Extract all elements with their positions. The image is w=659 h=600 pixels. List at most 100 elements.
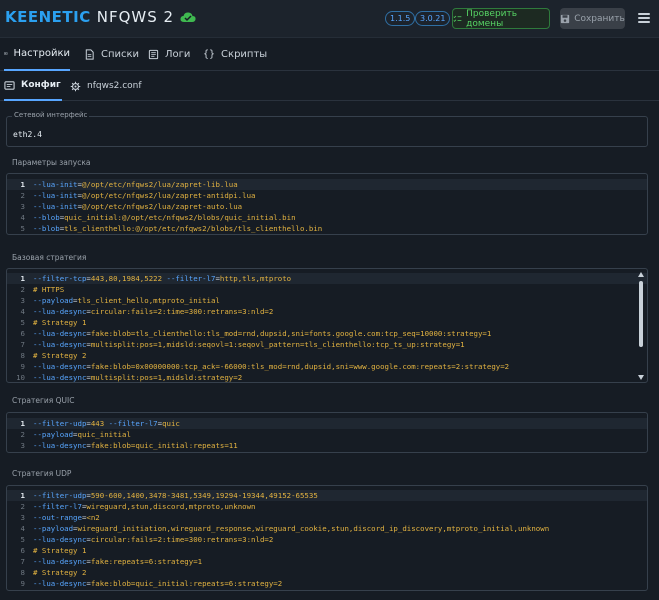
code-value: circular:fails=2:time=300:retrans=3:nld=… <box>90 535 274 544</box>
code-key: --lua-init <box>33 191 78 200</box>
code-value: 590-600,1400,3478-3481,5349,19294-19344,… <box>90 491 318 500</box>
line-number: 5 <box>20 318 25 327</box>
code-content: --lua-desync=multisplit:pos=1,midsld:seq… <box>33 340 465 349</box>
code-value: quic_initial:@/opt/etc/nfqws2/blobs/quic… <box>64 213 296 222</box>
save-button[interactable]: Сохранить <box>560 8 625 29</box>
code-key: --lua-desync <box>33 579 87 588</box>
line-number: 3 <box>20 513 25 522</box>
scroll-up-icon[interactable] <box>638 272 644 277</box>
version-badge-2: 3.0.21 <box>415 11 451 26</box>
code-key: --filter-l7 <box>166 274 216 283</box>
check-domains-label: Проверить домены <box>466 8 518 29</box>
launch-params-editor[interactable]: 1 --lua-init=@/opt/etc/nfqws2/lua/zapret-… <box>6 173 648 235</box>
file-icon <box>85 49 94 60</box>
code-line: 8 # Strategy 2 <box>7 350 647 361</box>
code-content: --filter-tcp=443,80,1984,5222 --filter-l… <box>33 274 292 283</box>
code-content: --lua-desync=multisplit:pos=1,midsld:str… <box>33 373 243 382</box>
code-content: --lua-desync=circular:fails=2:time=300:r… <box>33 307 274 316</box>
code-value: http,tls,mtproto <box>219 274 292 283</box>
code-content: # Strategy 2 <box>33 350 86 361</box>
code-content: --filter-l7=wireguard,stun,discord,mtpro… <box>33 502 256 511</box>
code-line: 7 --lua-desync=fake:repeats=6:strategy=1 <box>7 556 647 567</box>
scrollbar-thumb[interactable] <box>639 281 643 347</box>
scroll-down-icon[interactable] <box>638 375 644 380</box>
base-strategy-editor[interactable]: 1 --filter-tcp=443,80,1984,5222 --filter-… <box>6 268 648 383</box>
udp-strategy-editor[interactable]: 1 --filter-udp=590-600,1400,3478-3481,534… <box>6 485 648 591</box>
code-key: --lua-desync <box>33 557 87 566</box>
code-line: 1 --filter-udp=443 --filter-l7=quic <box>7 418 647 429</box>
brand-product: NFQWS 2 <box>96 8 175 26</box>
main-tabs: Настройки Списки Логи {} Скрипты <box>0 38 659 71</box>
line-number: 6 <box>20 329 25 338</box>
code-value: circular:fails=2:time=300:retrans=3:nld=… <box>90 307 274 316</box>
line-number: 6 <box>20 546 25 555</box>
code-line: 5 --blob=tls_clienthello:@/opt/etc/nfqws2… <box>7 223 647 234</box>
code-key: --lua-desync <box>33 535 87 544</box>
interface-legend: Сетевой интерфейс <box>12 111 90 119</box>
code-content: # Strategy 2 <box>33 567 86 578</box>
code-line: 9 --lua-desync=fake:blob=quic_initial:rep… <box>7 578 647 589</box>
code-key: --payload <box>33 430 74 439</box>
code-key: --lua-desync <box>33 329 87 338</box>
code-line: 3 --lua-desync=fake:blob=quic_initial:rep… <box>7 440 647 451</box>
brand-name: KEENETIC <box>5 8 91 26</box>
tab-logs[interactable]: Логи <box>148 38 190 71</box>
code-comment: # HTTPS <box>33 285 65 294</box>
cloud-check-icon <box>180 12 196 22</box>
line-number: 2 <box>20 191 25 200</box>
braces-icon: {} <box>203 49 216 60</box>
code-line: 4 --lua-desync=circular:fails=2:time=300:… <box>7 306 647 317</box>
hamburger-menu-icon[interactable] <box>638 13 650 23</box>
code-line: 10 --lua-desync=multisplit:pos=1,midsld:s… <box>7 372 647 382</box>
base-strategy-label: Базовая стратегия <box>12 253 87 262</box>
subtab-config-label: Конфиг <box>21 80 61 90</box>
check-domains-button[interactable]: Проверить домены <box>452 8 550 29</box>
code-value: wireguard,stun,discord,mtproto,unknown <box>86 502 256 511</box>
udp-strategy-label: Стратегия UDP <box>12 469 72 478</box>
code-key: --out-range <box>33 513 82 522</box>
code-value: fake:repeats=6:strategy=1 <box>90 557 203 566</box>
subtab-config[interactable]: Конфиг <box>4 71 62 101</box>
line-number: 3 <box>20 441 25 450</box>
quic-strategy-editor[interactable]: 1 --filter-udp=443 --filter-l7=quic 2 --pay… <box>6 412 648 453</box>
code-line: 8 # Strategy 2 <box>7 567 647 578</box>
line-number: 8 <box>20 351 25 360</box>
tab-scripts[interactable]: {} Скрипты <box>203 38 267 71</box>
code-value: 443,80,1984,5222 <box>90 274 163 283</box>
code-key: --filter-udp <box>33 491 87 500</box>
code-line: 6 # Strategy 1 <box>7 545 647 556</box>
code-content: --lua-init=@/opt/etc/nfqws2/lua/zapret-a… <box>33 202 243 211</box>
line-number: 9 <box>20 362 25 371</box>
code-content: --lua-desync=circular:fails=2:time=300:r… <box>33 535 274 544</box>
subtab-nfqws2-conf[interactable]: nfqws2.conf <box>70 71 142 101</box>
code-value: fake:blob=0x00000000:tcp_ack=-66000:tls_… <box>90 362 510 371</box>
code-line: 7 --lua-desync=multisplit:pos=1,midsld:se… <box>7 339 647 350</box>
tab-lists-label: Списки <box>101 49 140 60</box>
code-line: 3 --out-range=<n2 <box>7 512 647 523</box>
line-number: 4 <box>20 524 25 533</box>
brand: KEENETIC NFQWS 2 <box>5 8 196 26</box>
settings-icon <box>4 52 8 55</box>
code-value: fake:blob=quic_initial:repeats=6:strateg… <box>90 579 283 588</box>
code-value: tls_clienthello:@/opt/etc/nfqws2/blobs/t… <box>64 224 323 233</box>
code-content: --lua-desync=fake:blob=quic_initial:repe… <box>33 441 238 450</box>
code-comment: # Strategy 1 <box>33 546 87 555</box>
code-line: 2 # HTTPS <box>7 284 647 295</box>
code-line: 6 --lua-desync=fake:blob=tls_clienthello:… <box>7 328 647 339</box>
code-content: # HTTPS <box>33 284 64 295</box>
tab-lists[interactable]: Списки <box>84 38 139 71</box>
code-content: --lua-desync=fake:repeats=6:strategy=1 <box>33 557 203 566</box>
tab-settings-label: Настройки <box>13 48 70 59</box>
interface-value[interactable]: eth2.4 <box>13 130 42 139</box>
code-value: @/opt/etc/nfqws2/lua/zapret-antidpi.lua <box>81 191 256 200</box>
tab-settings[interactable]: Настройки <box>4 38 70 71</box>
code-key: --filter-l7 <box>33 502 82 511</box>
code-content: --payload=tls_client_hello,mtproto_initi… <box>33 296 220 305</box>
code-content: --lua-init=@/opt/etc/nfqws2/lua/zapret-l… <box>33 180 238 189</box>
version-badge-1: 1.1.5 <box>385 11 416 26</box>
code-content: --blob=tls_clienthello:@/opt/etc/nfqws2/… <box>33 224 323 233</box>
code-value: multisplit:pos=1,midsld:strategy=2 <box>90 373 243 382</box>
code-value: @/opt/etc/nfqws2/lua/zapret-auto.lua <box>81 202 243 211</box>
checklist-icon <box>453 15 462 22</box>
code-content: --out-range=<n2 <box>33 513 100 522</box>
